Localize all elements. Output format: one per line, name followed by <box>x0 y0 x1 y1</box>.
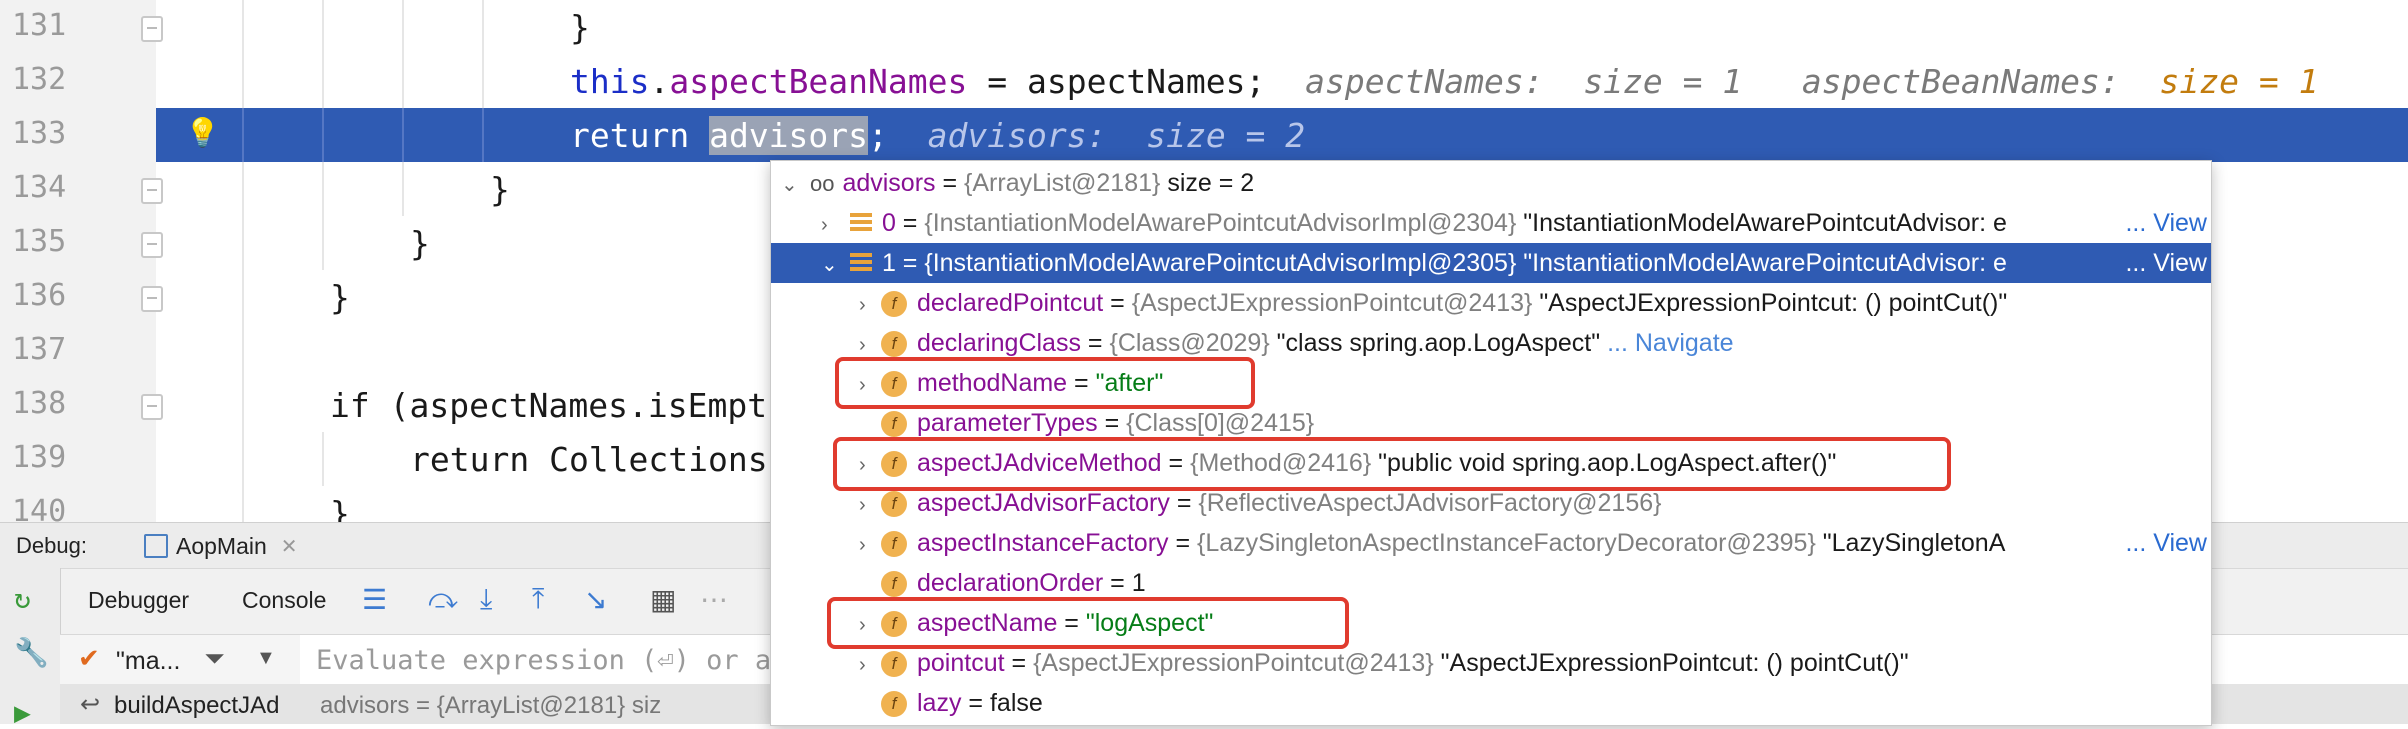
field-icon: f <box>881 651 907 677</box>
fold-icon[interactable] <box>141 394 163 420</box>
selected-expression: advisors <box>709 116 869 155</box>
inline-hint: advisors: <box>927 116 1107 155</box>
code-text: this.aspectBeanNames = aspectNames; aspe… <box>570 62 2319 101</box>
tree-node-field[interactable]: f lazy = false <box>771 683 2211 723</box>
line-number: 138 <box>12 386 67 421</box>
code-text: return advisors; advisors: size = 2 <box>570 116 1306 155</box>
resume-icon[interactable]: ▶ <box>14 696 31 729</box>
evaluate-placeholder: Evaluate expression (⏎) or ad <box>316 645 788 676</box>
frame-return-icon: ↩ <box>80 691 101 718</box>
field-icon: f <box>881 491 907 517</box>
view-link[interactable]: ... View <box>2125 209 2207 238</box>
field-icon: f <box>881 531 907 557</box>
step-out-icon[interactable]: ⤒ <box>532 583 544 616</box>
field-icon: f <box>881 691 907 717</box>
tree-node-field[interactable]: › f declaredPointcut = {AspectJExpressionP… <box>771 283 2211 323</box>
line-number: 140 <box>12 494 67 522</box>
fold-icon[interactable] <box>141 16 163 42</box>
chevron-down-icon[interactable]: ▼ <box>256 647 276 670</box>
annotation-box-aspectname <box>827 597 1349 649</box>
tree-node-field[interactable]: › f aspectInstanceFactory = {LazySingleton… <box>771 523 2211 563</box>
annotation-box-advicemethod <box>833 437 1951 491</box>
code-text: } <box>410 224 430 263</box>
watch-glasses-icon: oo <box>809 171 835 196</box>
line-number: 134 <box>12 170 67 205</box>
tree-node-item-0[interactable]: › 0 = {InstantiationModelAwarePointcutAd… <box>771 203 2211 243</box>
chevron-down-icon[interactable]: ⌄ <box>781 172 803 197</box>
code-text: return Collections <box>410 440 768 479</box>
navigate-link[interactable]: ... Navigate <box>1607 329 1733 357</box>
layout-icon[interactable]: ☰ <box>362 583 387 616</box>
view-link[interactable]: ... View <box>2125 529 2207 558</box>
tree-node-advisors[interactable]: ⌄ oo advisors = {ArrayList@2181} size = 2 <box>771 163 2211 203</box>
tree-node-field[interactable]: › f pointcut = {AspectJExpressionPointcut@… <box>771 643 2211 683</box>
line-number: 133 <box>12 116 67 151</box>
chevron-right-icon[interactable]: › <box>821 214 843 237</box>
thread-selector[interactable]: ✔ "ma... ⏷ ▼ <box>60 634 300 685</box>
fold-icon[interactable] <box>141 178 163 204</box>
lightbulb-icon[interactable]: 💡 <box>185 116 220 149</box>
list-item-icon <box>849 253 872 271</box>
tab-console[interactable]: Console <box>242 587 326 614</box>
fold-icon[interactable] <box>141 286 163 312</box>
code-text: } <box>490 170 510 209</box>
chevron-down-icon[interactable]: ⌄ <box>821 252 843 277</box>
line-number: 131 <box>12 8 67 43</box>
rerun-icon[interactable]: ↻ <box>14 582 31 615</box>
code-text: } <box>330 494 350 522</box>
run-to-cursor-icon[interactable]: ↘ <box>584 583 607 616</box>
annotation-box-methodname <box>835 357 1255 409</box>
step-over-icon[interactable]: ⤼ <box>428 583 458 616</box>
chevron-right-icon[interactable]: › <box>859 494 881 517</box>
tab-aopmain[interactable]: AopMain ✕ <box>134 529 308 563</box>
line-number: 137 <box>12 332 67 367</box>
list-item-icon <box>849 213 872 231</box>
variable-row: advisors = {ArrayList@2181} siz <box>320 692 662 719</box>
trace-icon[interactable]: ⋯ <box>700 583 728 616</box>
code-text: } <box>570 8 590 47</box>
frame-name: buildAspectJAd <box>114 692 280 719</box>
line-number: 132 <box>12 62 67 97</box>
code-line[interactable]: 132 this.aspectBeanNames = aspectNames; … <box>0 54 2408 108</box>
field-icon: f <box>881 571 907 597</box>
thread-name: "ma... <box>116 647 181 675</box>
line-number: 136 <box>12 278 67 313</box>
code-text: if (aspectNames.isEmpt <box>330 386 768 425</box>
filter-icon[interactable]: ⏷ <box>204 643 225 675</box>
close-icon[interactable]: ✕ <box>281 534 298 559</box>
line-number: 135 <box>12 224 67 259</box>
field-icon: f <box>881 331 907 357</box>
tree-node-item-1[interactable]: ⌄ 1 = {InstantiationModelAwarePointcutAd… <box>771 243 2211 283</box>
tab-debugger[interactable]: Debugger <box>88 587 189 614</box>
step-into-icon[interactable]: ⤓ <box>480 583 492 616</box>
debug-side-toolbar: ↻ 🔧 ▶ <box>0 568 61 729</box>
fold-icon[interactable] <box>141 232 163 258</box>
current-execution-line[interactable]: 133 💡 return advisors; advisors: size = … <box>0 108 2408 162</box>
check-icon: ✔ <box>78 643 100 673</box>
chevron-right-icon[interactable]: › <box>859 534 881 557</box>
inline-hint: aspectNames: <box>1305 62 1544 101</box>
line-number: 139 <box>12 440 67 475</box>
chevron-right-icon[interactable]: › <box>859 654 881 677</box>
field-icon: f <box>881 411 907 437</box>
wrench-icon[interactable]: 🔧 <box>14 636 49 669</box>
variable-inspector-popup[interactable]: ⌄ oo advisors = {ArrayList@2181} size = 2… <box>770 160 2212 726</box>
run-config-icon <box>144 534 168 558</box>
code-text: } <box>330 278 350 317</box>
inline-hint: aspectBeanNames: <box>1801 62 2120 101</box>
field-icon: f <box>881 291 907 317</box>
evaluate-icon[interactable]: ▦ <box>650 583 676 616</box>
view-link[interactable]: ... View <box>2125 249 2207 278</box>
chevron-right-icon[interactable]: › <box>859 334 881 357</box>
debug-label: Debug: <box>16 533 87 558</box>
chevron-right-icon[interactable]: › <box>859 294 881 317</box>
code-line[interactable]: 131 } <box>0 0 2408 54</box>
